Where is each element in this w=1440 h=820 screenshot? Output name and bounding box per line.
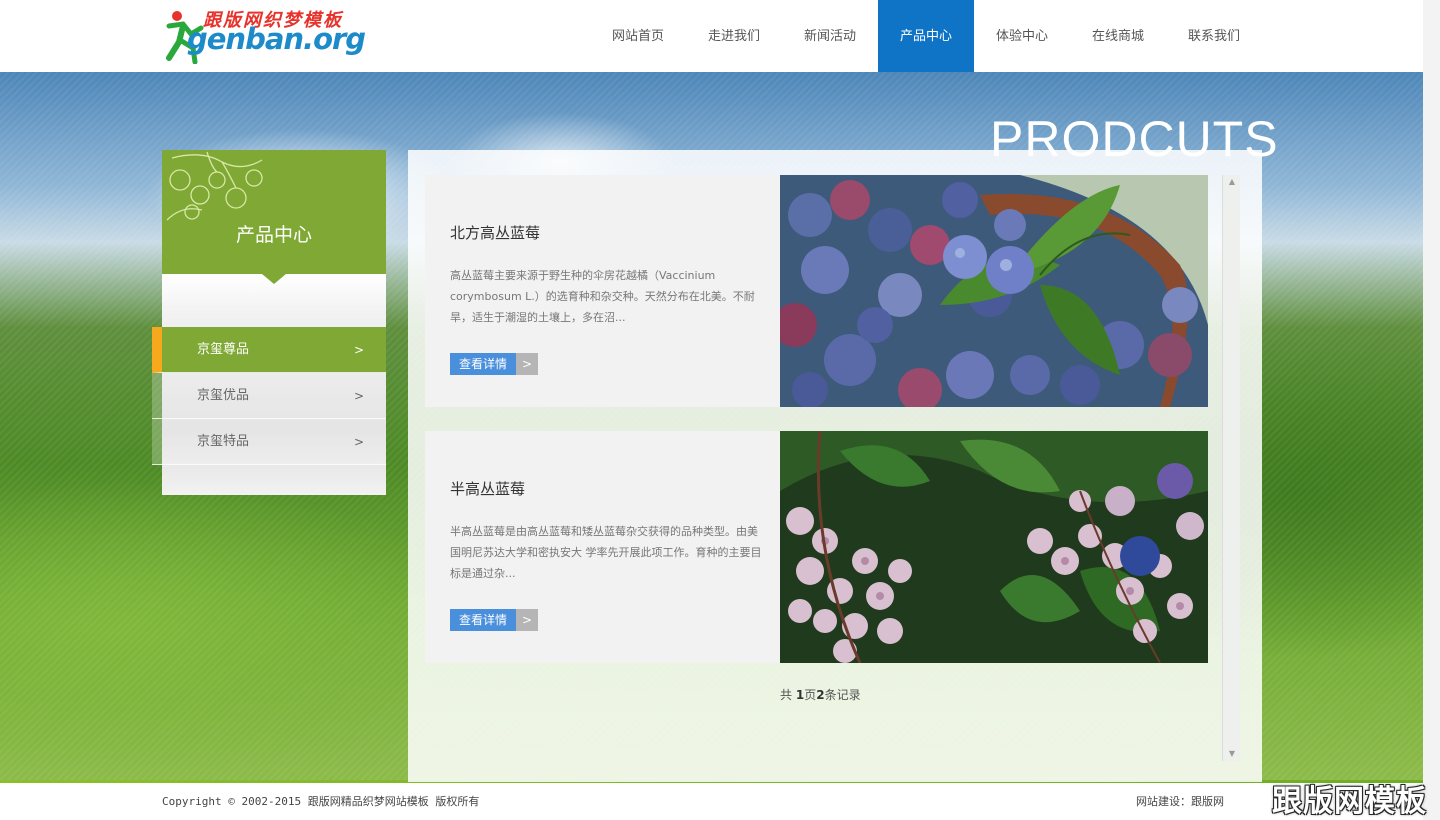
copyright-text: Copyright © 2002-2015 跟版网精品织梦网站模板 版权所有 — [162, 795, 480, 808]
product-image-blueberries-bush[interactable] — [780, 431, 1208, 663]
nav-item-shop[interactable]: 在线商城 — [1070, 0, 1166, 72]
sidebar-item-tepin[interactable]: 京玺特品 > — [152, 419, 386, 465]
nav-item-contact[interactable]: 联系我们 — [1166, 0, 1262, 72]
scroll-up-icon[interactable]: ▲ — [1223, 175, 1241, 189]
sidebar-menu: 京玺尊品 > 京玺优品 > 京玺特品 > — [152, 327, 386, 465]
product-title[interactable]: 北方高丛蓝莓 — [450, 222, 540, 243]
product-title[interactable]: 半高丛蓝莓 — [450, 478, 525, 499]
sidebar-header: 产品中心 — [162, 150, 386, 274]
pagination-prefix: 共 — [780, 688, 796, 702]
main-nav: 网站首页 走进我们 新闻活动 产品中心 体验中心 在线商城 联系我们 — [590, 0, 1262, 72]
chevron-right-icon: > — [516, 609, 538, 631]
site-logo[interactable]: 跟版网织梦模板 genban.org — [165, 4, 366, 64]
sidebar-item-label: 京玺尊品 — [197, 342, 250, 357]
sidebar: 产品中心 京玺尊品 > 京玺优品 > 京玺特品 > — [152, 150, 386, 495]
product-card: 北方高丛蓝莓 高丛蓝莓主要来源于野生种的伞房花越橘（Vaccinium cory… — [425, 175, 1208, 407]
view-details-label: 查看详情 — [450, 353, 516, 375]
sidebar-item-label: 京玺特品 — [197, 434, 250, 449]
site-builder-text: 网站建设：跟版网 — [1136, 795, 1224, 808]
window-scrollbar-track[interactable] — [1423, 0, 1440, 820]
sidebar-pointer — [262, 274, 286, 284]
product-description: 高丛蓝莓主要来源于野生种的伞房花越橘（Vaccinium corymbosum … — [450, 269, 755, 324]
blueberry-decoration-icon — [166, 151, 263, 221]
product-image-blueberries-basket[interactable] — [780, 175, 1208, 407]
product-list-panel: 北方高丛蓝莓 高丛蓝莓主要来源于野生种的伞房花越橘（Vaccinium cory… — [408, 150, 1262, 782]
sidebar-item-label: 京玺优品 — [197, 388, 250, 403]
sidebar-item-zunpin[interactable]: 京玺尊品 > — [152, 327, 386, 373]
sidebar-item-youpin[interactable]: 京玺优品 > — [152, 373, 386, 419]
site-footer: Copyright © 2002-2015 跟版网精品织梦网站模板 版权所有 网… — [0, 783, 1423, 820]
blueberries-bush-image — [780, 431, 1208, 663]
view-details-label: 查看详情 — [450, 609, 516, 631]
panel-scrollbar[interactable]: ▲ ▼ — [1222, 175, 1240, 761]
nav-item-news[interactable]: 新闻活动 — [782, 0, 878, 72]
nav-item-home[interactable]: 网站首页 — [590, 0, 686, 72]
chevron-right-icon: > — [353, 343, 364, 357]
product-description: 半高丛蓝莓是由高丛蓝莓和矮丛蓝莓杂交获得的品种类型。由美国明尼苏达大学和密执安大… — [450, 525, 762, 580]
chevron-right-icon: > — [353, 389, 364, 403]
pagination-pages: 1 — [795, 688, 805, 702]
scroll-down-icon[interactable]: ▼ — [1223, 747, 1241, 761]
nav-item-products[interactable]: 产品中心 — [878, 0, 974, 72]
nav-item-about[interactable]: 走进我们 — [686, 0, 782, 72]
nav-item-experience[interactable]: 体验中心 — [974, 0, 1070, 72]
logo-en-text: genban.org — [187, 22, 366, 56]
product-card: 半高丛蓝莓 半高丛蓝莓是由高丛蓝莓和矮丛蓝莓杂交获得的品种类型。由美国明尼苏达大… — [425, 431, 1208, 663]
pagination-info: 共 1页2条记录 — [780, 686, 861, 703]
chevron-right-icon: > — [353, 435, 364, 449]
chevron-right-icon: > — [516, 353, 538, 375]
view-details-button[interactable]: 查看详情 > — [450, 609, 538, 631]
pagination-records: 2 — [816, 688, 825, 702]
watermark-text: 跟版网模板 — [1272, 784, 1427, 819]
pagination-suffix: 条记录 — [824, 688, 861, 702]
blueberries-basket-image — [780, 175, 1208, 407]
pagination-mid: 页 — [804, 688, 817, 702]
view-details-button[interactable]: 查看详情 > — [450, 353, 538, 375]
site-header: 跟版网织梦模板 genban.org 网站首页 走进我们 新闻活动 产品中心 体… — [0, 0, 1423, 72]
sidebar-title: 产品中心 — [235, 224, 312, 246]
